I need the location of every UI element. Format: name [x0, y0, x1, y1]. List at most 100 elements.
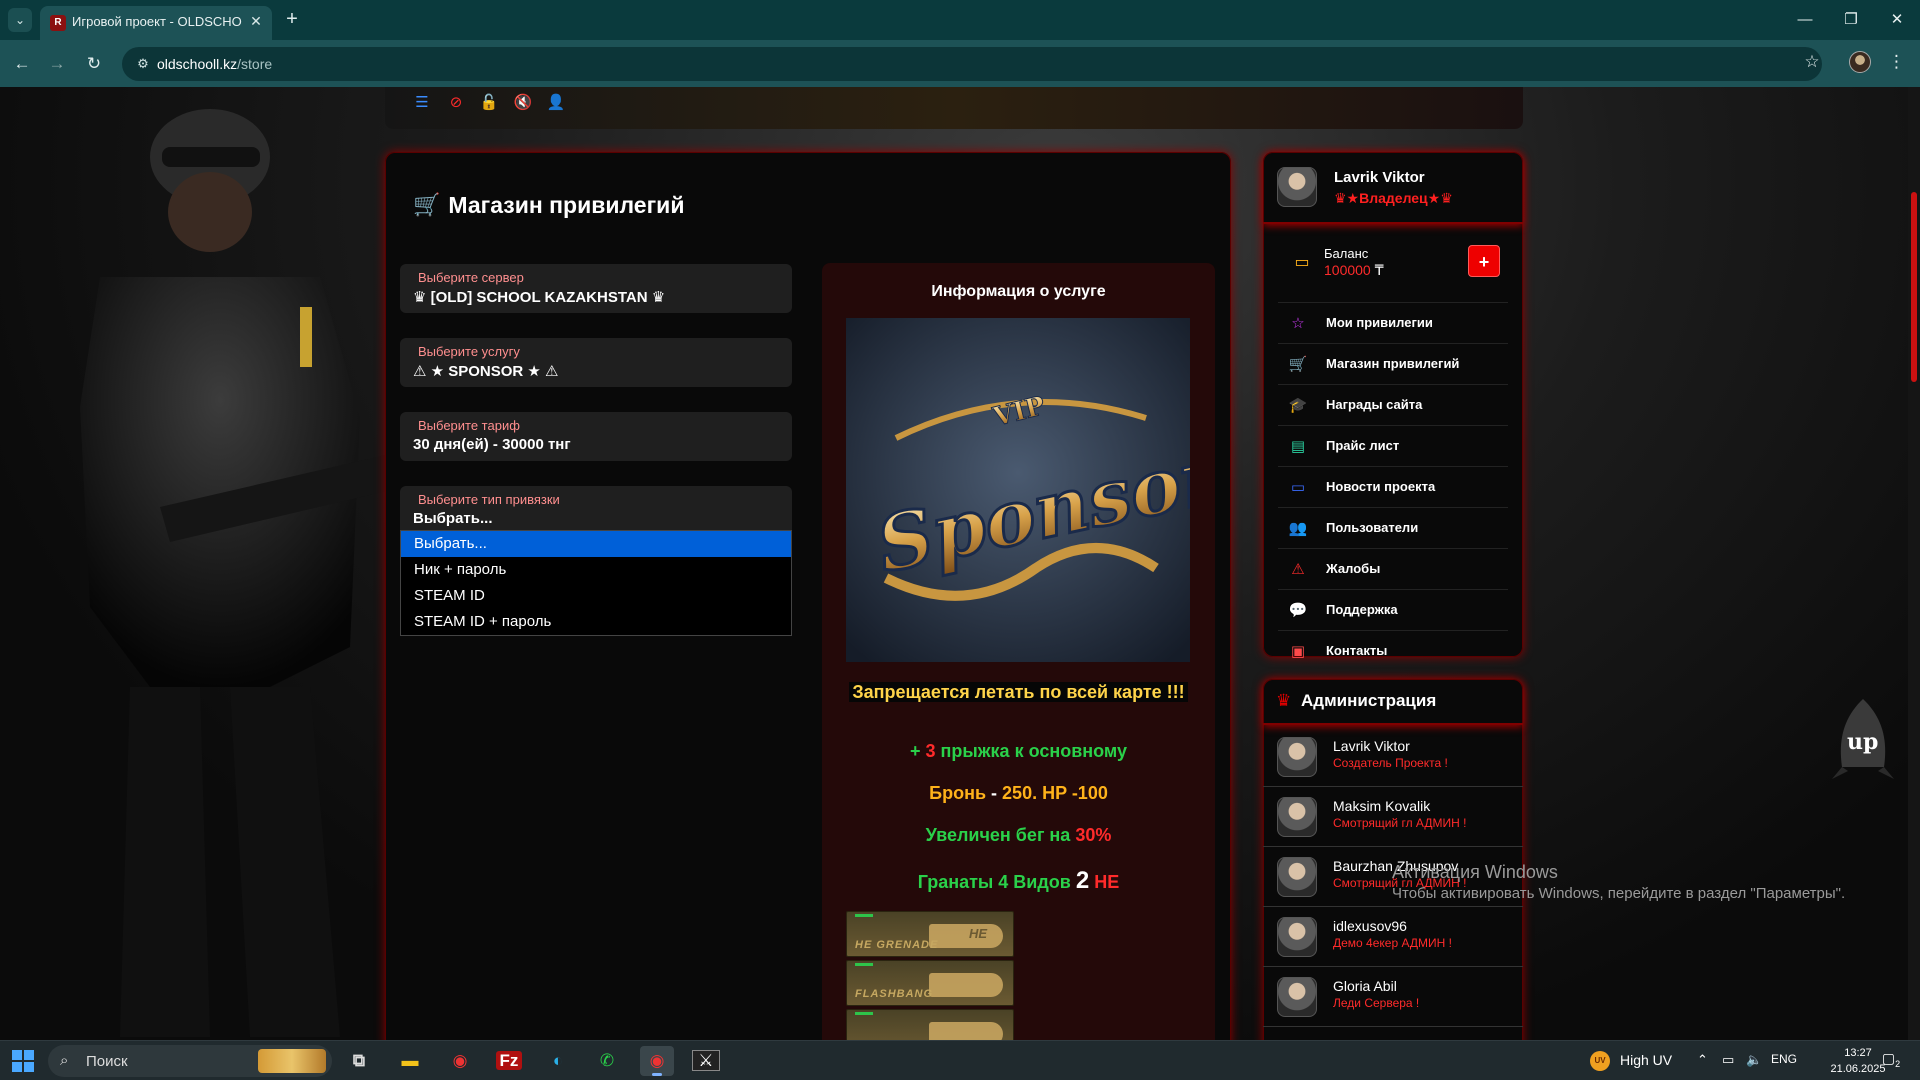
profile-menu-item[interactable]: ⚠ Жалобы — [1278, 548, 1508, 588]
uv-weather-icon[interactable]: UV — [1590, 1051, 1610, 1071]
server-select[interactable]: Выберите сервер ♛ [OLD] SCHOOL KAZAKHSTA… — [400, 264, 792, 313]
back-arrow-icon[interactable]: ← — [8, 50, 36, 78]
ban-icon[interactable]: ⊘ — [445, 92, 467, 114]
grenade-shape — [929, 973, 1003, 997]
taskbar-search[interactable]: ⌕ Поиск — [48, 1045, 332, 1077]
notifications-count: 2 — [1895, 1058, 1901, 1069]
profile-header: Lavrik Viktor ♛★Владелец★♛ — [1263, 152, 1523, 224]
perk-jumps-text: прыжка к основному — [940, 741, 1127, 761]
profile-menu-item[interactable]: ☆ Мои привилегии — [1278, 302, 1508, 342]
profile-menu-item[interactable]: 🛒 Магазин привилегий — [1278, 343, 1508, 383]
scroll-up-label[interactable]: up — [1847, 729, 1878, 755]
new-tab-plus-icon[interactable]: + — [280, 8, 304, 32]
administration-title: Администрация — [1301, 691, 1437, 710]
profile-name[interactable]: Lavrik Viktor — [1334, 169, 1425, 186]
avatar — [1277, 797, 1317, 837]
admin-role: Смотрящий гл АДМИН ! — [1333, 816, 1467, 830]
service-select[interactable]: Выберите услугу ⚠ ★ SPONSOR ★ ⚠ — [400, 338, 792, 387]
grenade-bar — [855, 963, 873, 966]
minimize-window-icon[interactable]: — — [1782, 6, 1828, 34]
grenade-flashbang-image: FLASHBANG — [846, 960, 1014, 1006]
store-title-text: Магазин привилегий — [448, 191, 685, 218]
perk-run-text: Увеличен бег на — [925, 825, 1071, 845]
binding-type-select[interactable]: Выберите тип привязки Выбрать... — [400, 486, 792, 535]
tab-close-icon[interactable]: ✕ — [246, 11, 266, 31]
url-text[interactable]: oldschooll.kz/store — [157, 56, 272, 72]
admin-row[interactable]: Maksim Kovalik Смотрящий гл АДМИН ! — [1263, 787, 1523, 847]
network-icon[interactable]: ▭ — [1722, 1052, 1734, 1068]
unlock-icon[interactable]: 🔓 — [478, 92, 500, 114]
dropdown-option[interactable]: STEAM ID + пароль — [401, 609, 791, 635]
admin-row[interactable]: idlexusov96 Демо 4екер АДМИН ! — [1263, 907, 1523, 967]
dropdown-option[interactable]: Выбрать... — [401, 531, 791, 557]
profile-menu-label: Мои привилегии — [1326, 315, 1433, 330]
profile-menu-item[interactable]: ▣ Контакты — [1278, 630, 1508, 670]
binding-type-label: Выберите тип привязки — [418, 492, 560, 507]
admin-name: Lavrik Viktor — [1333, 738, 1410, 754]
address-bar[interactable]: ⚙ oldschooll.kz/store — [122, 47, 1822, 81]
profile-menu-label: Прайс лист — [1326, 438, 1400, 453]
dropdown-option[interactable]: Ник + пароль — [401, 557, 791, 583]
admin-name: idlexusov96 — [1333, 918, 1407, 934]
profile-menu-label: Поддержка — [1326, 602, 1398, 617]
volume-icon[interactable]: 🔈 — [1746, 1052, 1762, 1068]
balance-currency: ₸ — [1374, 262, 1384, 278]
language-indicator[interactable]: ENG — [1771, 1052, 1797, 1066]
tariff-select[interactable]: Выберите тариф 30 дня(ей) - 30000 тнг — [400, 412, 792, 461]
store-panel: 🛒 Магазин привилегий Выберите сервер ♛ [… — [385, 152, 1231, 1040]
perk-armor-value: 250. — [1002, 783, 1038, 803]
uv-weather-text[interactable]: High UV — [1620, 1052, 1672, 1068]
forbidden-text: Запрещается летать по всей карте !!! — [849, 682, 1188, 702]
avatar[interactable] — [1277, 167, 1317, 207]
tab-search-chevron-icon[interactable]: ⌄ — [8, 8, 32, 32]
list-icon[interactable]: ☰ — [411, 92, 433, 114]
reload-icon[interactable]: ↻ — [80, 50, 108, 78]
profile-menu-item[interactable]: ▤ Прайс лист — [1278, 425, 1508, 465]
windows-start-icon[interactable] — [12, 1050, 34, 1072]
browser-profile-avatar[interactable] — [1849, 51, 1871, 73]
add-user-icon[interactable]: 👤 — [545, 92, 567, 114]
windows-activation-watermark: Активация Windows Чтобы активировать Win… — [1392, 862, 1845, 902]
counter-strike-icon[interactable]: ⚔ — [689, 1046, 723, 1076]
notifications-icon[interactable]: ▢2 — [1880, 1050, 1902, 1072]
file-explorer-icon[interactable]: ▬ — [393, 1046, 427, 1076]
windows-taskbar: ⌕ Поиск ⧉ ▬ ◉ Fz ◐ ✆ ◉ ⚔ UV High UV ⌃ ▭ … — [0, 1040, 1920, 1080]
task-view-icon[interactable]: ⧉ — [342, 1046, 376, 1076]
clock-time: 13:27 — [1844, 1047, 1872, 1059]
restore-window-icon[interactable]: ❐ — [1828, 6, 1874, 34]
admin-row[interactable]: Lavrik Viktor Создатель Проекта ! — [1263, 727, 1523, 787]
filezilla-icon[interactable]: Fz — [492, 1046, 526, 1076]
profile-menu-item[interactable]: 💬 Поддержка — [1278, 589, 1508, 629]
topup-balance-button[interactable]: + — [1468, 245, 1500, 277]
scrollbar-thumb[interactable] — [1911, 192, 1917, 382]
bookmark-star-icon[interactable]: ☆ — [1800, 50, 1824, 74]
admin-name: Maksim Kovalik — [1333, 798, 1431, 814]
profile-menu-item[interactable]: 👥 Пользователи — [1278, 507, 1508, 547]
soldier-artwork — [80, 109, 400, 1037]
service-select-value: ⚠ ★ SPONSOR ★ ⚠ — [413, 363, 559, 380]
profile-menu-item[interactable]: 🎓 Награды сайта — [1278, 384, 1508, 424]
chrome-icon[interactable]: ◉ — [443, 1046, 477, 1076]
tab-favicon-icon: R — [50, 15, 66, 31]
admin-role: Леди Сервера ! — [1333, 996, 1420, 1010]
whatsapp-icon[interactable]: ✆ — [590, 1046, 624, 1076]
browser-menu-icon[interactable]: ⋮ — [1888, 50, 1905, 74]
edge-icon[interactable]: ◐ — [541, 1046, 575, 1076]
chrome-profile-icon[interactable]: ◉ — [640, 1046, 674, 1076]
site-info-icon[interactable]: ⚙ — [134, 55, 152, 73]
forward-arrow-icon[interactable]: → — [43, 50, 71, 78]
close-window-icon[interactable]: ✕ — [1874, 6, 1920, 34]
service-info-panel: Информация о услуге VIP Sponsor Запрещае… — [822, 263, 1215, 1040]
browser-tab-active[interactable]: R Игровой проект - OLDSCHOOL ✕ — [40, 6, 272, 40]
contact-card-icon: ▣ — [1290, 643, 1306, 660]
mute-icon[interactable]: 🔇 — [512, 92, 534, 114]
taskbar-clock[interactable]: 13:27 21.06.2025 — [1828, 1045, 1888, 1077]
admin-row[interactable]: Gloria Abil Леди Сервера ! — [1263, 967, 1523, 1027]
tray-chevron-icon[interactable]: ⌃ — [1697, 1052, 1708, 1068]
perk-jumps-count: 3 — [925, 741, 936, 761]
profile-menu-item[interactable]: ▭ Новости проекта — [1278, 466, 1508, 506]
dropdown-option[interactable]: STEAM ID — [401, 583, 791, 609]
page-scrollbar[interactable] — [1908, 87, 1920, 1040]
cart-icon: 🛒 — [413, 192, 441, 217]
admin-name: Gloria Abil — [1333, 978, 1397, 994]
